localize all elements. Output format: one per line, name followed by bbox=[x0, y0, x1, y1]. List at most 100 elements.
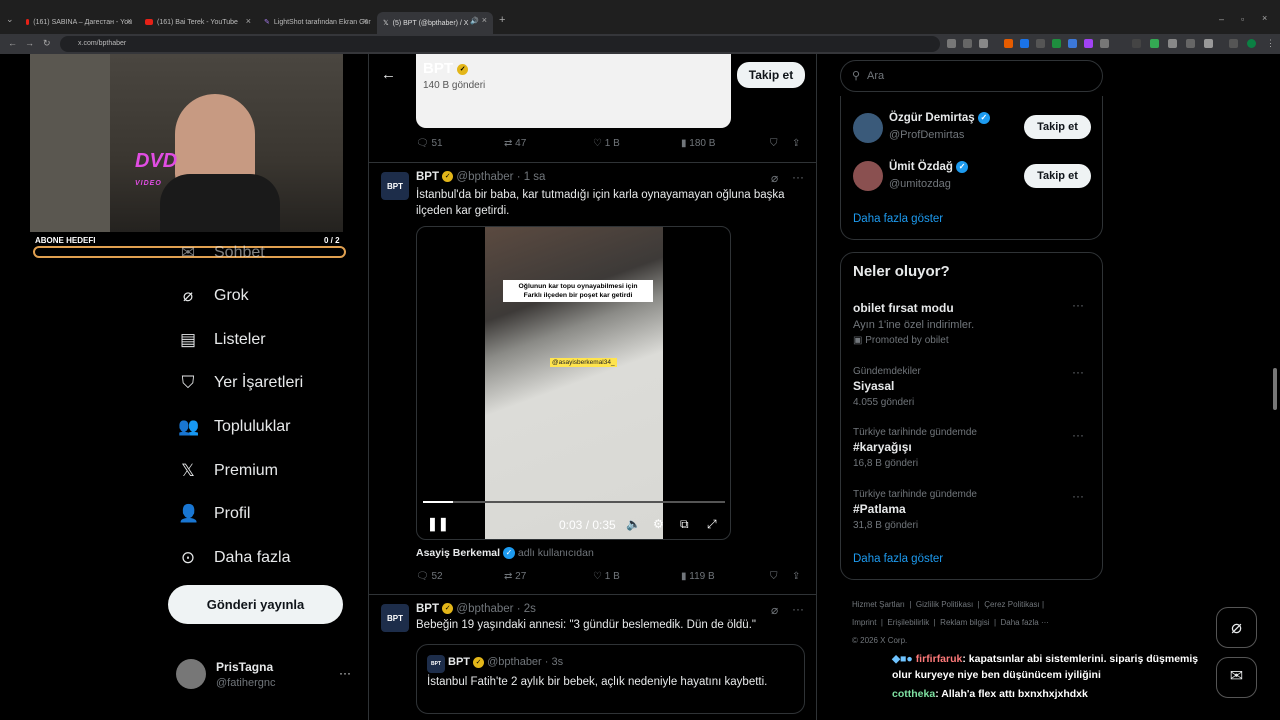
close-tab-icon[interactable]: × bbox=[127, 16, 132, 26]
footer-link[interactable]: Daha fazla ··· bbox=[1001, 618, 1049, 627]
show-more-link[interactable]: Daha fazla göster bbox=[853, 213, 943, 225]
extension-icon[interactable] bbox=[1036, 39, 1045, 48]
more-icon[interactable]: ··· bbox=[1072, 298, 1084, 312]
star-icon[interactable] bbox=[979, 39, 988, 48]
screen-icon[interactable] bbox=[947, 39, 956, 48]
settings-icon[interactable]: ⚙ bbox=[653, 517, 664, 531]
follow-button[interactable]: Takip et bbox=[1024, 115, 1091, 139]
like-button[interactable]: ♡ 1 B bbox=[593, 571, 620, 582]
video-player[interactable]: Oğlunun kar topu oynayabilmesi için Farkl… bbox=[416, 226, 731, 540]
back-arrow-icon[interactable]: ← bbox=[381, 66, 396, 83]
reply-button[interactable]: 🗨 52 bbox=[416, 571, 443, 582]
credit-name[interactable]: Asayiş Berkemal bbox=[416, 547, 500, 559]
extension-icon[interactable] bbox=[1020, 39, 1029, 48]
close-window-icon[interactable]: × bbox=[1262, 13, 1267, 23]
share-icon[interactable]: ⇪ bbox=[792, 571, 800, 582]
follow-button[interactable]: Takip et bbox=[1024, 164, 1091, 188]
extension-icon[interactable] bbox=[1068, 39, 1077, 48]
pause-icon[interactable]: ❚❚ bbox=[427, 516, 449, 532]
tab-search-icon[interactable]: ⌄ bbox=[6, 14, 14, 25]
grok-fab-icon[interactable]: ⌀ bbox=[1216, 607, 1257, 648]
nav-profile[interactable]: 👤 Profil bbox=[178, 504, 250, 524]
puzzle-icon[interactable] bbox=[1204, 39, 1213, 48]
nav-premium[interactable]: 𝕏 Premium bbox=[178, 461, 278, 481]
tab-4-active[interactable]: 𝕏 (5) BPT (@bpthaber) / X 🔊 × bbox=[377, 12, 493, 34]
footer-link[interactable]: Hizmet Şartları bbox=[852, 600, 905, 609]
back-icon[interactable]: ← bbox=[8, 38, 17, 48]
suggestion-name[interactable]: Özgür Demirtaş bbox=[889, 112, 975, 124]
post-button[interactable]: Gönderi yayınla bbox=[168, 585, 343, 624]
tweet-handle[interactable]: @bpthaber bbox=[456, 171, 513, 183]
suggestion-name[interactable]: Ümit Özdağ bbox=[889, 161, 953, 173]
volume-icon[interactable]: 🔈 bbox=[626, 517, 641, 531]
reply-button[interactable]: 🗨 51 bbox=[416, 138, 443, 149]
forward-icon[interactable]: → bbox=[25, 38, 34, 48]
tab-1[interactable]: (161) SABINA – Дагестан - You × bbox=[20, 13, 138, 31]
trend-item[interactable]: Gündemdekiler Siyasal 4.055 gönderi bbox=[853, 366, 921, 408]
tweet-author-name[interactable]: BPT bbox=[416, 171, 439, 183]
nav-chat[interactable]: ✉ Sohbet bbox=[178, 243, 265, 263]
like-button[interactable]: ♡ 1 B bbox=[593, 138, 620, 149]
promo-item[interactable]: obilet fırsat modu Ayın 1'ine özel indir… bbox=[853, 301, 974, 346]
pip-icon[interactable]: ⧉ bbox=[680, 517, 689, 532]
views-button[interactable]: ▮ 180 B bbox=[681, 138, 715, 149]
share-icon[interactable]: ⇪ bbox=[792, 138, 800, 149]
tweet-handle[interactable]: @bpthaber bbox=[456, 603, 513, 615]
tweet-time[interactable]: · 1 sa bbox=[517, 171, 546, 183]
account-avatar[interactable] bbox=[176, 659, 206, 689]
extension-icon[interactable] bbox=[1168, 39, 1177, 48]
quoted-tweet[interactable]: BPT BPT ✓ @bpthaber · 3s İstanbul Fatih'… bbox=[416, 644, 805, 714]
footer-link[interactable]: Gizlilik Politikası bbox=[916, 600, 973, 609]
menu-icon[interactable]: ⋮ bbox=[1266, 38, 1275, 49]
fullscreen-icon[interactable]: ⤢ bbox=[707, 517, 717, 532]
speaker-icon[interactable]: 🔊 bbox=[470, 17, 479, 25]
extension-icon[interactable] bbox=[1004, 39, 1013, 48]
search-box[interactable]: ⚲ Ara bbox=[840, 60, 1103, 92]
profile-avatar-icon[interactable] bbox=[1247, 39, 1256, 48]
extension-icon[interactable] bbox=[1229, 39, 1238, 48]
new-tab-icon[interactable]: + bbox=[499, 14, 505, 26]
minimize-icon[interactable]: – bbox=[1219, 14, 1224, 24]
tab-2[interactable]: (161) Bai Terek - YouTube × bbox=[139, 13, 257, 31]
maximize-icon[interactable]: ▫ bbox=[1241, 14, 1244, 24]
bookmark-icon[interactable]: ⛉ bbox=[770, 571, 778, 582]
nav-lists[interactable]: ▤ Listeler bbox=[178, 330, 266, 350]
extension-icon[interactable] bbox=[1132, 39, 1141, 48]
tweet-avatar[interactable]: BPT bbox=[381, 604, 409, 632]
views-button[interactable]: ▮ 119 B bbox=[681, 571, 715, 582]
header-follow-button[interactable]: Takip et bbox=[737, 62, 805, 88]
extension-icon[interactable] bbox=[1100, 39, 1109, 48]
tweet-avatar[interactable]: BPT bbox=[381, 172, 409, 200]
nav-grok[interactable]: ⌀ Grok bbox=[178, 286, 249, 306]
grok-icon[interactable]: ⌀ bbox=[771, 603, 778, 617]
video-progress-track[interactable] bbox=[423, 501, 725, 503]
extension-icon[interactable] bbox=[1084, 39, 1093, 48]
page-scrollbar[interactable] bbox=[1273, 368, 1277, 410]
footer-link[interactable]: Çerez Politikası bbox=[984, 600, 1040, 609]
avatar[interactable] bbox=[853, 161, 883, 191]
messages-fab-icon[interactable]: ✉ bbox=[1216, 657, 1257, 698]
extension-icon[interactable] bbox=[1150, 39, 1159, 48]
zoom-icon[interactable] bbox=[963, 39, 972, 48]
nav-bookmarks[interactable]: ⛉ Yer İşaretleri bbox=[178, 373, 304, 393]
tweet-more-icon[interactable]: ··· bbox=[792, 602, 804, 616]
nav-more[interactable]: ⊙ Daha fazla bbox=[178, 548, 291, 568]
more-icon[interactable]: ··· bbox=[1072, 428, 1084, 442]
close-tab-icon[interactable]: × bbox=[363, 16, 368, 26]
nav-communities[interactable]: 👥 Topluluklar bbox=[178, 417, 290, 437]
address-bar[interactable]: x.com/bpthaber bbox=[60, 36, 940, 52]
close-tab-icon[interactable]: × bbox=[246, 16, 251, 26]
reload-icon[interactable]: ↻ bbox=[43, 38, 51, 49]
tweet-time[interactable]: · 2s bbox=[517, 603, 536, 615]
repost-button[interactable]: ⇄ 47 bbox=[504, 138, 526, 149]
trend-item[interactable]: Türkiye tarihinde gündemde #karyağışı 16… bbox=[853, 427, 977, 469]
tweet-more-icon[interactable]: ··· bbox=[792, 170, 804, 184]
extension-icon[interactable] bbox=[1186, 39, 1195, 48]
tab-3[interactable]: ✎ LightShot tarafından Ekran Gör × bbox=[258, 13, 374, 31]
extension-icon[interactable] bbox=[1052, 39, 1061, 48]
more-icon[interactable]: ··· bbox=[1072, 365, 1084, 379]
grok-icon[interactable]: ⌀ bbox=[771, 171, 778, 185]
show-more-link[interactable]: Daha fazla göster bbox=[853, 553, 943, 565]
repost-button[interactable]: ⇄ 27 bbox=[504, 571, 526, 582]
more-icon[interactable]: ··· bbox=[1072, 489, 1084, 503]
